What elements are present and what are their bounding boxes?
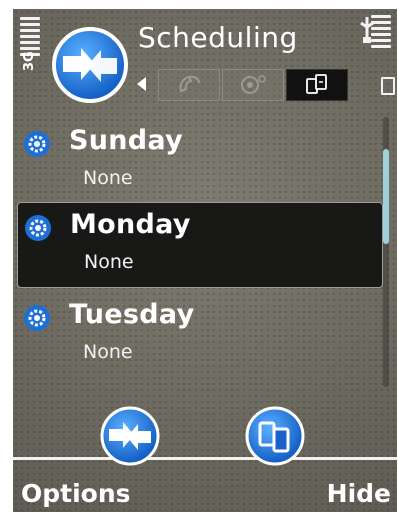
title-bar: 3G Scheduling <box>13 9 397 117</box>
hide-softkey[interactable]: Hide <box>327 479 391 508</box>
toolbar-divider <box>13 457 397 460</box>
gear-icon <box>24 305 50 331</box>
sync-devices-icon <box>306 74 327 94</box>
day-list: Sunday None Monday None Tuesday None <box>13 115 397 405</box>
toolbar-sync-button[interactable] <box>99 405 161 467</box>
battery-level-icon <box>360 15 391 51</box>
list-item-sunday[interactable]: Sunday None <box>17 119 381 203</box>
tab-phone[interactable] <box>158 69 220 101</box>
options-softkey[interactable]: Options <box>21 479 131 508</box>
battery-icon <box>381 77 395 95</box>
phone-screen: 3G Scheduling Sunday None Monday None Tu… <box>13 9 397 512</box>
gear-icon <box>25 215 51 241</box>
day-label: Tuesday <box>69 299 195 330</box>
day-label: Sunday <box>69 125 184 156</box>
schedule-value: None <box>83 167 133 189</box>
tab-left-arrow-icon[interactable] <box>137 77 146 91</box>
list-item-tuesday[interactable]: Tuesday None <box>17 293 381 377</box>
phone-icon <box>179 75 200 93</box>
tab-settings[interactable] <box>222 69 284 101</box>
sync-arrows-icon <box>52 27 128 103</box>
usb-connection-icon <box>360 17 374 43</box>
gear-icon <box>24 131 50 157</box>
tab-sync[interactable] <box>286 69 348 101</box>
toolbar-devices-button[interactable] <box>244 405 306 467</box>
view-tabs <box>158 69 350 101</box>
page-title: Scheduling <box>138 21 298 54</box>
list-item-monday[interactable]: Monday None <box>17 202 383 288</box>
signal-network-label: 3G <box>22 51 37 71</box>
scrollbar-thumb[interactable] <box>383 149 389 244</box>
schedule-value: None <box>84 251 134 273</box>
day-label: Monday <box>70 209 191 240</box>
schedule-value: None <box>83 341 133 363</box>
softkey-bar: Options Hide <box>13 475 397 511</box>
settings-icon <box>241 75 266 94</box>
